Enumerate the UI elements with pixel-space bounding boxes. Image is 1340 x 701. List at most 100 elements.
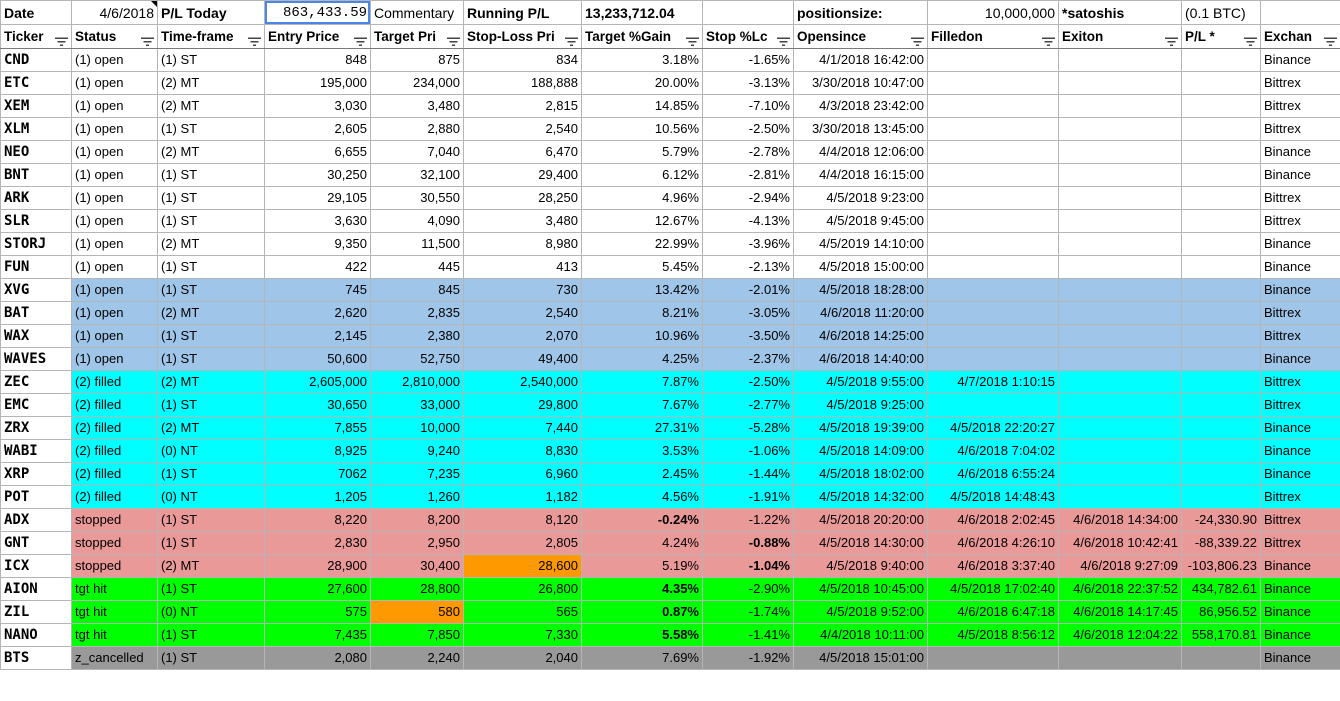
timeframe-cell[interactable]: (2) MT — [157, 140, 265, 164]
exit-on-cell[interactable] — [1058, 646, 1182, 670]
stop-loss-pct-cell[interactable]: -2.94% — [702, 186, 794, 210]
target-gain-cell[interactable]: 13.42% — [581, 278, 703, 302]
exit-on-cell[interactable] — [1058, 370, 1182, 394]
stop-loss-pct-cell[interactable]: -1.06% — [702, 439, 794, 463]
open-since-cell[interactable]: 4/5/2018 9:23:00 — [793, 186, 928, 210]
stop-loss-price-cell[interactable]: 26,800 — [463, 577, 582, 601]
filled-on-cell[interactable] — [927, 324, 1059, 348]
entry-price-cell[interactable]: 2,830 — [264, 531, 371, 555]
status-cell[interactable]: tgt hit — [71, 600, 158, 624]
filter-icon[interactable] — [1042, 32, 1055, 46]
stop-loss-price-cell[interactable]: 8,120 — [463, 508, 582, 532]
target-gain-cell[interactable]: 4.96% — [581, 186, 703, 210]
stop-loss-pct-cell[interactable]: -2.77% — [702, 393, 794, 417]
exit-on-cell[interactable] — [1058, 255, 1182, 279]
target-gain-cell[interactable]: 5.58% — [581, 623, 703, 647]
target-gain-cell[interactable]: 4.25% — [581, 347, 703, 371]
pl-cell[interactable] — [1181, 186, 1261, 210]
timeframe-cell[interactable]: (1) ST — [157, 117, 265, 141]
timeframe-cell[interactable]: (2) MT — [157, 71, 265, 95]
header-target-gain[interactable]: Target %Gain — [581, 24, 703, 49]
stop-loss-price-cell[interactable]: 6,960 — [463, 462, 582, 486]
exit-on-cell[interactable] — [1058, 94, 1182, 118]
target-gain-cell[interactable]: 4.56% — [581, 485, 703, 509]
timeframe-cell[interactable]: (1) ST — [157, 48, 265, 72]
exit-on-cell[interactable] — [1058, 71, 1182, 95]
filled-on-cell[interactable]: 4/6/2018 4:26:10 — [927, 531, 1059, 555]
stop-loss-pct-cell[interactable]: -1.74% — [702, 600, 794, 624]
open-since-cell[interactable]: 4/5/2018 14:30:00 — [793, 531, 928, 555]
open-since-cell[interactable]: 4/4/2018 10:11:00 — [793, 623, 928, 647]
exit-on-cell[interactable] — [1058, 324, 1182, 348]
ticker-cell[interactable]: ZIL — [0, 600, 72, 624]
target-price-cell[interactable]: 32,100 — [370, 163, 464, 187]
header-ticker[interactable]: Ticker — [0, 24, 72, 49]
entry-price-cell[interactable]: 9,350 — [264, 232, 371, 256]
ticker-cell[interactable]: WABI — [0, 439, 72, 463]
status-cell[interactable]: (1) open — [71, 71, 158, 95]
pl-cell[interactable] — [1181, 301, 1261, 325]
filled-on-cell[interactable] — [927, 255, 1059, 279]
filled-on-cell[interactable] — [927, 646, 1059, 670]
exit-on-cell[interactable] — [1058, 140, 1182, 164]
exchange-cell[interactable]: Binance — [1260, 416, 1340, 440]
stop-loss-pct-cell[interactable]: -3.96% — [702, 232, 794, 256]
filled-on-cell[interactable]: 4/6/2018 6:55:24 — [927, 462, 1059, 486]
ticker-cell[interactable]: WAX — [0, 324, 72, 348]
open-since-cell[interactable]: 4/6/2018 11:20:00 — [793, 301, 928, 325]
stop-loss-pct-cell[interactable]: -2.01% — [702, 278, 794, 302]
target-gain-cell[interactable]: 22.99% — [581, 232, 703, 256]
filled-on-cell[interactable]: 4/5/2018 22:20:27 — [927, 416, 1059, 440]
pl-cell[interactable]: 434,782.61 — [1181, 577, 1261, 601]
status-cell[interactable]: z_cancelled — [71, 646, 158, 670]
exit-on-cell[interactable] — [1058, 163, 1182, 187]
pl-cell[interactable] — [1181, 209, 1261, 233]
pl-cell[interactable] — [1181, 94, 1261, 118]
target-price-cell[interactable]: 52,750 — [370, 347, 464, 371]
target-price-cell[interactable]: 7,235 — [370, 462, 464, 486]
filter-icon[interactable] — [447, 32, 460, 46]
entry-price-cell[interactable]: 2,605 — [264, 117, 371, 141]
filled-on-cell[interactable]: 4/6/2018 2:02:45 — [927, 508, 1059, 532]
stop-loss-pct-cell[interactable]: -2.50% — [702, 370, 794, 394]
target-price-cell[interactable]: 845 — [370, 278, 464, 302]
ticker-cell[interactable]: GNT — [0, 531, 72, 555]
ticker-cell[interactable]: AION — [0, 577, 72, 601]
status-cell[interactable]: (1) open — [71, 163, 158, 187]
stop-loss-price-cell[interactable]: 188,888 — [463, 71, 582, 95]
exit-on-cell[interactable] — [1058, 232, 1182, 256]
stop-loss-price-cell[interactable]: 834 — [463, 48, 582, 72]
exit-on-cell[interactable] — [1058, 301, 1182, 325]
timeframe-cell[interactable]: (1) ST — [157, 278, 265, 302]
open-since-cell[interactable]: 4/5/2018 15:00:00 — [793, 255, 928, 279]
exit-on-cell[interactable] — [1058, 347, 1182, 371]
stop-loss-price-cell[interactable]: 3,480 — [463, 209, 582, 233]
status-cell[interactable]: (2) filled — [71, 485, 158, 509]
open-since-cell[interactable]: 4/6/2018 14:40:00 — [793, 347, 928, 371]
stop-loss-price-cell[interactable]: 2,815 — [463, 94, 582, 118]
header-stop-loss-price[interactable]: Stop-Loss Pri — [463, 24, 582, 49]
open-since-cell[interactable]: 4/5/2018 15:01:00 — [793, 646, 928, 670]
pl-cell[interactable] — [1181, 255, 1261, 279]
date-label-cell[interactable]: Date — [0, 0, 72, 25]
pl-cell[interactable] — [1181, 278, 1261, 302]
open-since-cell[interactable]: 4/5/2018 20:20:00 — [793, 508, 928, 532]
filter-icon[interactable] — [565, 32, 578, 46]
pl-cell[interactable]: 558,170.81 — [1181, 623, 1261, 647]
stop-loss-price-cell[interactable]: 2,540 — [463, 117, 582, 141]
pl-cell[interactable] — [1181, 324, 1261, 348]
exchange-cell[interactable]: Binance — [1260, 255, 1340, 279]
filter-icon[interactable] — [686, 32, 699, 46]
exchange-cell[interactable]: Binance — [1260, 554, 1340, 578]
exchange-cell[interactable]: Binance — [1260, 600, 1340, 624]
exit-on-cell[interactable] — [1058, 209, 1182, 233]
entry-price-cell[interactable]: 8,925 — [264, 439, 371, 463]
target-gain-cell[interactable]: -0.24% — [581, 508, 703, 532]
header-entry-price[interactable]: Entry Price — [264, 24, 371, 49]
pl-cell[interactable] — [1181, 347, 1261, 371]
stop-loss-pct-cell[interactable]: -1.41% — [702, 623, 794, 647]
stop-loss-price-cell[interactable]: 2,805 — [463, 531, 582, 555]
status-cell[interactable]: (1) open — [71, 255, 158, 279]
filter-icon[interactable] — [248, 32, 261, 46]
exchange-cell[interactable]: Binance — [1260, 646, 1340, 670]
